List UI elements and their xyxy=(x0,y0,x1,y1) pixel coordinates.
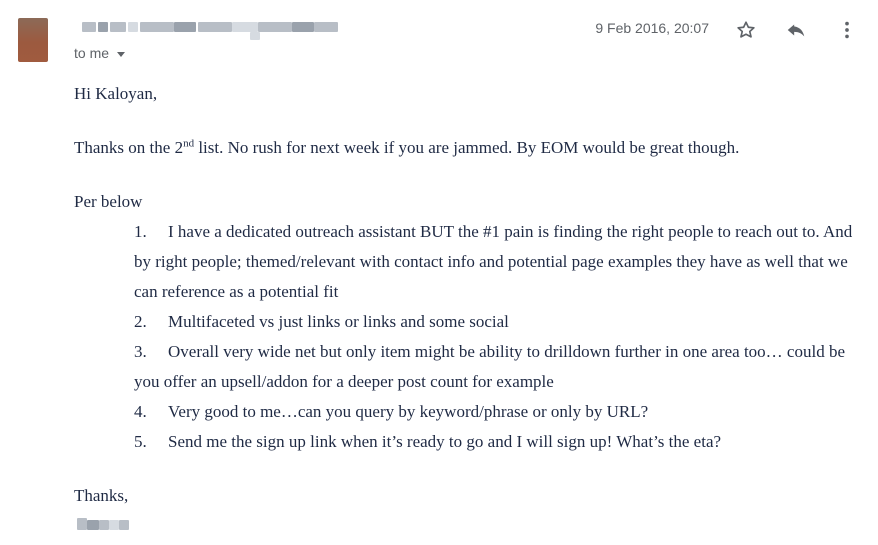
list-text: Overall very wide net but only item migh… xyxy=(134,342,845,391)
list-number: 2. xyxy=(134,312,147,331)
list-item: 3. Overall very wide net but only item m… xyxy=(74,337,864,397)
recipient-label: to me xyxy=(74,45,110,61)
list-text: Multifaceted vs just links or links and … xyxy=(168,312,509,331)
greeting: Hi Kaloyan, xyxy=(74,84,158,103)
list-text: Send me the sign up link when it’s ready… xyxy=(168,432,722,451)
list-item: 1. I have a dedicated outreach assistant… xyxy=(74,217,864,307)
recipient-dropdown[interactable]: to me xyxy=(74,45,126,61)
star-icon xyxy=(737,21,755,38)
list-number: 4. xyxy=(134,402,147,421)
sender-name-redacted[interactable] xyxy=(74,18,354,44)
per-below-label: Per below xyxy=(74,192,143,211)
reply-icon xyxy=(787,24,805,37)
list-text: Very good to me…can you query by keyword… xyxy=(168,402,649,421)
list-item: 2. Multifaceted vs just links or links a… xyxy=(74,307,864,337)
list-number: 3. xyxy=(134,342,147,361)
numbered-list: 1. I have a dedicated outreach assistant… xyxy=(74,217,864,457)
list-item: 4. Very good to me…can you query by keyw… xyxy=(74,397,864,427)
list-number: 1. xyxy=(134,222,147,241)
paragraph-text: Thanks on the 2 xyxy=(74,138,184,157)
list-number: 5. xyxy=(134,432,147,451)
list-text: I have a dedicated outreach assistant BU… xyxy=(134,222,853,301)
more-vertical-icon xyxy=(845,21,849,39)
avatar[interactable] xyxy=(18,18,48,62)
message-header: to me 9 Feb 2016, 20:07 xyxy=(0,0,878,70)
signature-redacted xyxy=(77,518,129,530)
closing: Thanks, xyxy=(74,486,129,505)
reply-button[interactable] xyxy=(781,15,811,45)
ordinal-suffix: nd xyxy=(183,137,195,150)
chevron-down-icon xyxy=(117,51,126,57)
star-button[interactable] xyxy=(731,15,761,45)
message-paragraph: Thanks on the 2nd list. No rush for next… xyxy=(74,133,864,163)
paragraph-text: list. No rush for next week if you are j… xyxy=(194,138,740,157)
message-date: 9 Feb 2016, 20:07 xyxy=(595,20,709,36)
message-body: Hi Kaloyan, Thanks on the 2nd list. No r… xyxy=(74,79,864,511)
list-item: 5. Send me the sign up link when it’s re… xyxy=(74,427,864,457)
more-options-button[interactable] xyxy=(832,15,862,45)
